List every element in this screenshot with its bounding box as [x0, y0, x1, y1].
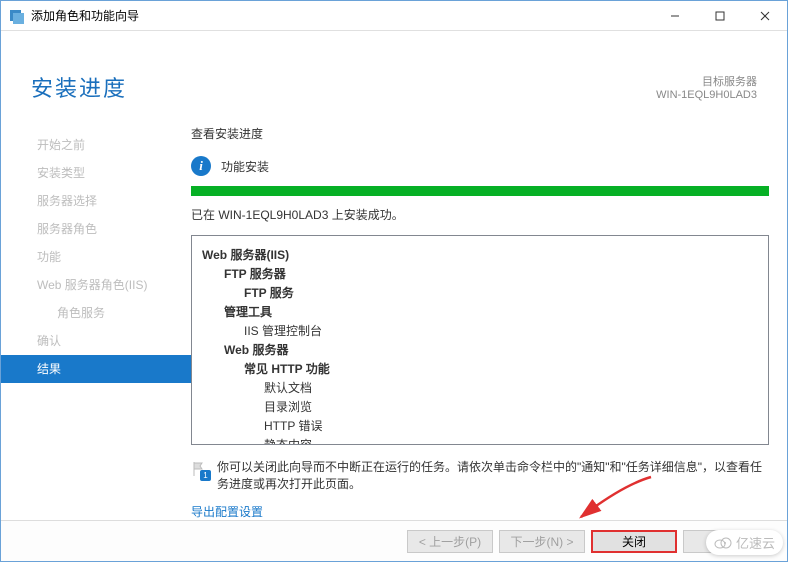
sidebar: 开始之前安装类型服务器选择服务器角色功能Web 服务器角色(IIS)角色服务确认…: [1, 123, 191, 520]
results-panel[interactable]: Web 服务器(IIS)FTP 服务器FTP 服务管理工具IIS 管理控制台We…: [191, 235, 769, 445]
main-panel: 查看安装进度 i 功能安装 已在 WIN-1EQL9H0LAD3 上安装成功。 …: [191, 123, 769, 520]
result-line: HTTP 错误: [202, 417, 758, 436]
wizard-window: 添加角色和功能向导 安装进度 目标服务器 WIN-1EQL9H0LAD3 开始之…: [0, 0, 788, 562]
export-config-link[interactable]: 导出配置设置: [191, 503, 769, 520]
target-value: WIN-1EQL9H0LAD3: [656, 89, 757, 101]
next-button: 下一步(N) >: [499, 530, 585, 553]
footer: < 上一步(P) 下一步(N) > 关闭 取消: [1, 520, 787, 561]
sidebar-step: Web 服务器角色(IIS): [1, 271, 191, 299]
note-text: 你可以关闭此向导而不中断正在运行的任务。请依次单击命令栏中的"通知"和"任务详细…: [217, 459, 769, 493]
result-line: 目录浏览: [202, 398, 758, 417]
result-line: Web 服务器: [202, 341, 758, 360]
sidebar-step: 开始之前: [1, 131, 191, 159]
app-icon: [9, 8, 25, 24]
content-area: 安装进度 目标服务器 WIN-1EQL9H0LAD3 开始之前安装类型服务器选择…: [1, 31, 787, 520]
sidebar-step: 角色服务: [1, 299, 191, 327]
target-label: 目标服务器: [656, 73, 757, 89]
info-row: i 功能安装: [191, 156, 769, 176]
close-button[interactable]: 关闭: [591, 530, 677, 553]
notification-badge: 1: [200, 470, 211, 481]
result-line: FTP 服务器: [202, 265, 758, 284]
info-text: 功能安装: [221, 158, 269, 175]
watermark: 亿速云: [706, 530, 783, 555]
sidebar-step: 服务器选择: [1, 187, 191, 215]
flag-icon: 1: [191, 461, 209, 479]
result-line: 常见 HTTP 功能: [202, 360, 758, 379]
page-title: 安装进度: [31, 71, 127, 103]
title-bar: 添加角色和功能向导: [1, 1, 787, 31]
window-title: 添加角色和功能向导: [31, 7, 652, 24]
maximize-button[interactable]: [697, 1, 742, 30]
sidebar-step: 功能: [1, 243, 191, 271]
result-line: FTP 服务: [202, 284, 758, 303]
close-window-button[interactable]: [742, 1, 787, 30]
result-line: Web 服务器(IIS): [202, 246, 758, 265]
body: 开始之前安装类型服务器选择服务器角色功能Web 服务器角色(IIS)角色服务确认…: [1, 123, 787, 520]
result-line: 默认文档: [202, 379, 758, 398]
header: 安装进度 目标服务器 WIN-1EQL9H0LAD3: [1, 31, 787, 123]
view-progress-title: 查看安装进度: [191, 125, 769, 142]
target-server-info: 目标服务器 WIN-1EQL9H0LAD3: [656, 73, 757, 101]
sidebar-step: 安装类型: [1, 159, 191, 187]
minimize-button[interactable]: [652, 1, 697, 30]
previous-button: < 上一步(P): [407, 530, 493, 553]
sidebar-step: 服务器角色: [1, 215, 191, 243]
sidebar-step[interactable]: 结果: [1, 355, 191, 383]
result-line: IIS 管理控制台: [202, 322, 758, 341]
result-line: 静态内容: [202, 436, 758, 445]
result-line: 管理工具: [202, 303, 758, 322]
info-icon: i: [191, 156, 211, 176]
note-row: 1 你可以关闭此向导而不中断正在运行的任务。请依次单击命令栏中的"通知"和"任务…: [191, 459, 769, 493]
sidebar-step: 确认: [1, 327, 191, 355]
progress-bar: [191, 186, 769, 196]
success-text: 已在 WIN-1EQL9H0LAD3 上安装成功。: [191, 206, 769, 223]
